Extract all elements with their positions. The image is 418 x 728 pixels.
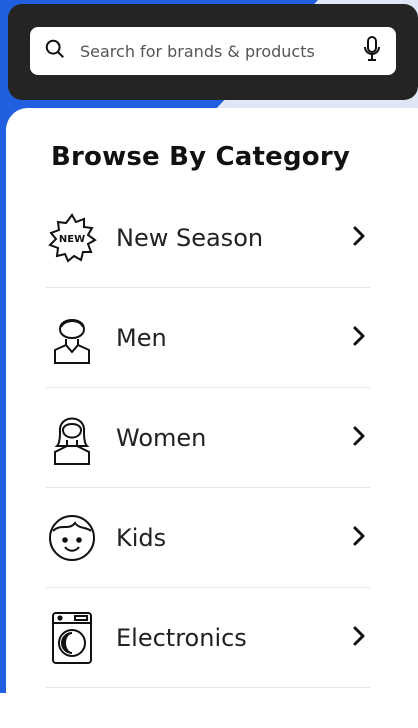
category-item-women[interactable]: Women xyxy=(46,388,370,488)
chevron-right-icon[interactable] xyxy=(348,225,370,251)
category-label: Women xyxy=(116,423,207,452)
category-label: New Season xyxy=(116,223,264,252)
svg-text:NEW: NEW xyxy=(59,234,85,245)
microphone-icon[interactable] xyxy=(362,35,382,67)
category-item-kids[interactable]: Kids xyxy=(46,488,370,588)
category-item-men[interactable]: Men xyxy=(46,288,370,388)
search-icon[interactable] xyxy=(44,38,66,64)
man-icon xyxy=(46,312,98,364)
kid-face-icon xyxy=(46,512,98,564)
category-list: NEW New Season Men Women Kids Electronic… xyxy=(46,188,370,688)
chevron-right-icon[interactable] xyxy=(348,525,370,551)
category-card: Browse By Category NEW New Season Men Wo… xyxy=(6,108,418,728)
new-badge-icon: NEW xyxy=(46,212,98,264)
chevron-right-icon[interactable] xyxy=(348,325,370,351)
category-label: Electronics xyxy=(116,623,247,652)
woman-icon xyxy=(46,412,98,465)
category-item-electronics[interactable]: Electronics xyxy=(46,588,370,688)
category-item-new-season[interactable]: NEW New Season xyxy=(46,188,370,288)
category-label: Kids xyxy=(116,523,167,552)
washing-machine-icon xyxy=(46,611,98,664)
search-input[interactable]: Search for brands & products xyxy=(80,42,362,61)
page-title: Browse By Category xyxy=(51,142,351,172)
search-bar[interactable]: Search for brands & products xyxy=(30,27,396,75)
category-label: Men xyxy=(116,323,167,352)
chevron-right-icon[interactable] xyxy=(348,425,370,451)
chevron-right-icon[interactable] xyxy=(348,625,370,651)
